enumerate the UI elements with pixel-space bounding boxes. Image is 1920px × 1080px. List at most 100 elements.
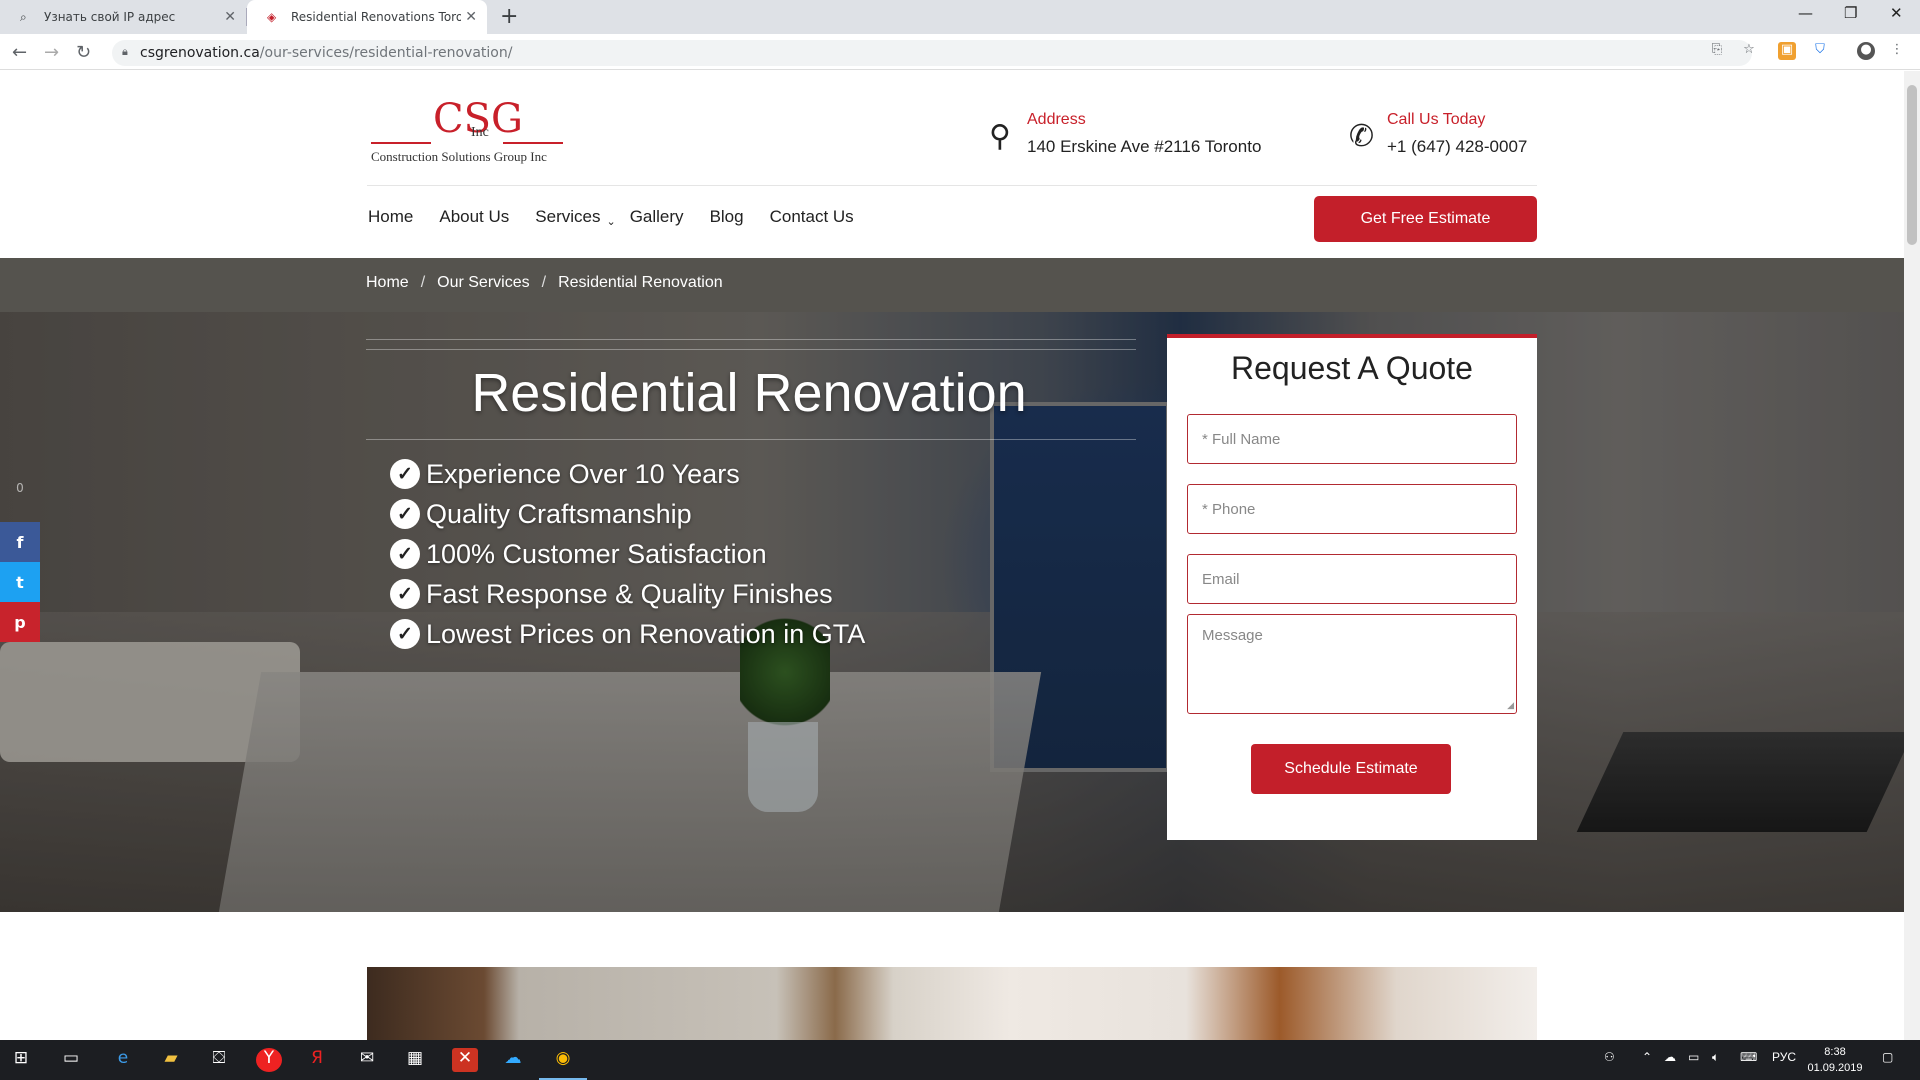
request-quote-form: Request A Quote * Full Name * Phone Emai… [1167,334,1537,840]
yandex-icon[interactable]: Y [256,1048,282,1072]
profile-icon[interactable]: ● [1857,42,1875,60]
quote-title: Request A Quote [1231,350,1473,386]
feature-list: ✓ Experience Over 10 Years ✓ Quality Craft… [390,454,865,654]
feature-text: 100% Customer Satisfaction [426,538,767,569]
nav-about-us[interactable]: About Us [439,207,509,227]
tab-residential-renovations[interactable]: ◈ Residential Renovations Toronto ✕ [247,0,487,34]
onedrive-icon[interactable]: ☁ [1664,1050,1676,1064]
url-host: csgrenovation.ca [140,45,260,61]
scrollbar-thumb[interactable] [1907,85,1917,245]
address-value: 140 Erskine Ave #2116 Toronto [1027,137,1262,156]
maximize-icon[interactable]: ❐ [1844,4,1857,22]
pinterest-share-button[interactable]: p [0,602,40,642]
message-placeholder: Message [1202,627,1263,644]
logo-inc: Inc [471,125,489,140]
new-tab-icon[interactable]: + [500,4,518,29]
feature-text: Lowest Prices on Renovation in GTA [426,618,866,649]
email-field[interactable]: Email [1187,554,1517,604]
phone-value[interactable]: +1 (647) 428-0007 [1387,137,1527,157]
volume-icon[interactable]: 🔈︎ [1712,1050,1719,1065]
get-free-estimate-button[interactable]: Get Free Estimate [1314,196,1537,242]
hero-section: Residential Renovation ✓ Experience Over … [0,312,1904,912]
breadcrumb-our-services[interactable]: Our Services [437,274,529,292]
checkmark-icon: ✓ [390,499,420,529]
app-icon[interactable]: ✕ [452,1048,478,1072]
tab-title: Residential Renovations Toronto [291,10,461,24]
logo-rule [371,142,431,144]
system-clock[interactable]: 8:38 01.09.2019 [1800,1044,1870,1076]
site-logo[interactable]: CSG Inc Construction Solutions Group Inc [371,95,563,171]
checkmark-icon: ✓ [390,579,420,609]
people-icon[interactable]: ⚇ [1604,1050,1615,1064]
clock-time: 8:38 [1824,1046,1846,1058]
nav-contact-us[interactable]: Contact Us [770,207,854,227]
schedule-estimate-button[interactable]: Schedule Estimate [1251,744,1451,794]
hero-rule [366,439,1136,440]
resize-handle-icon[interactable]: ◢ [1507,700,1514,711]
breadcrumb-separator: / [541,274,547,291]
feature-item: ✓ Experience Over 10 Years [390,454,865,494]
message-field[interactable]: Message ◢ [1187,614,1517,714]
page-scrollbar[interactable] [1904,71,1920,1040]
star-icon[interactable]: ☆ [1740,42,1758,60]
nav-blog[interactable]: Blog [710,207,744,227]
mail-icon[interactable]: ✉ [354,1048,380,1072]
network-icon[interactable]: ▭ [1688,1050,1699,1064]
tray-expand-icon[interactable]: ⌃ [1642,1050,1652,1064]
store-icon[interactable]: ⛋ [206,1048,232,1072]
breadcrumb: Home / Our Services / Residential Renova… [366,274,723,292]
url-field[interactable]: 🔒︎ csgrenovation.ca/our-services/residen… [112,40,1752,66]
pinterest-icon: p [14,612,26,632]
windows-start-icon[interactable]: ⊞ [8,1048,34,1072]
notifications-icon[interactable]: ▢ [1882,1050,1893,1064]
task-view-icon[interactable]: ▭ [58,1048,84,1072]
phone-field[interactable]: * Phone [1187,484,1517,534]
lock-icon: 🔒︎ [122,45,128,58]
breadcrumb-home[interactable]: Home [366,274,409,292]
gallery-image-strip[interactable] [367,967,1537,1040]
tab-title: Узнать свой IP адрес [44,10,176,24]
minimize-icon[interactable]: — [1798,4,1813,22]
language-indicator[interactable]: РУС [1772,1050,1796,1064]
breadcrumb-separator: / [420,274,426,291]
site-favicon-icon: ◈ [267,10,277,24]
close-icon[interactable]: ✕ [465,9,477,25]
keyboard-icon[interactable]: ⌨ [1740,1050,1757,1064]
file-explorer-icon[interactable]: ▰ [158,1048,184,1072]
translate-icon[interactable]: ⎘ [1708,42,1726,60]
nav-home[interactable]: Home [368,207,413,227]
window-close-icon[interactable]: ✕ [1890,4,1903,22]
shield-icon[interactable]: ⛉ [1811,42,1829,60]
social-share-bar: f t p [0,522,40,642]
chevron-down-icon: ⌄ [606,216,616,228]
nav-gallery[interactable]: Gallery [630,207,684,227]
facebook-share-button[interactable]: f [0,522,40,562]
menu-icon[interactable]: ⋮ [1888,42,1906,60]
twitter-share-button[interactable]: t [0,562,40,602]
page-title: Residential Renovation [471,363,1027,423]
full-name-field[interactable]: * Full Name [1187,414,1517,464]
main-navigation: Home About Us Services ⌄ Gallery Blog Con… [368,207,880,228]
address-bar: ← → ↻ 🔒︎ csgrenovation.ca/our-services/r… [0,34,1920,70]
photo-app-icon[interactable]: ▦ [402,1048,428,1072]
feature-text: Fast Response & Quality Finishes [426,578,833,609]
reload-icon[interactable]: ↻ [76,42,91,63]
windows-taskbar: ⊞ ▭ e ▰ ⛋ Y Я ✉ ▦ ✕ ☁ ◉ ⚇ ⌃ ☁ ▭ 🔈︎ ⌨ РУС… [0,1040,1920,1080]
yandex-browser-icon[interactable]: Я [304,1048,330,1072]
edge-icon[interactable]: e [110,1048,136,1072]
address-label: Address [1027,111,1086,128]
browser-tab-bar: ⌕ Узнать свой IP адрес ✕ ◈ Residential R… [0,0,1920,34]
feature-item: ✓ 100% Customer Satisfaction [390,534,865,574]
nav-services[interactable]: Services ⌄ [535,207,616,228]
tab-ip-lookup[interactable]: ⌕ Узнать свой IP адрес ✕ [0,0,246,34]
forward-icon[interactable]: → [44,42,59,63]
extension-icon[interactable]: ▣ [1778,42,1796,60]
cloud-app-icon[interactable]: ☁ [500,1048,526,1072]
hero-rule [366,349,1136,350]
header-divider [367,185,1537,186]
close-icon[interactable]: ✕ [224,9,236,25]
back-icon[interactable]: ← [12,42,27,63]
chrome-icon[interactable]: ◉ [550,1048,576,1072]
clock-date: 01.09.2019 [1807,1062,1863,1074]
breadcrumb-current: Residential Renovation [558,274,723,291]
